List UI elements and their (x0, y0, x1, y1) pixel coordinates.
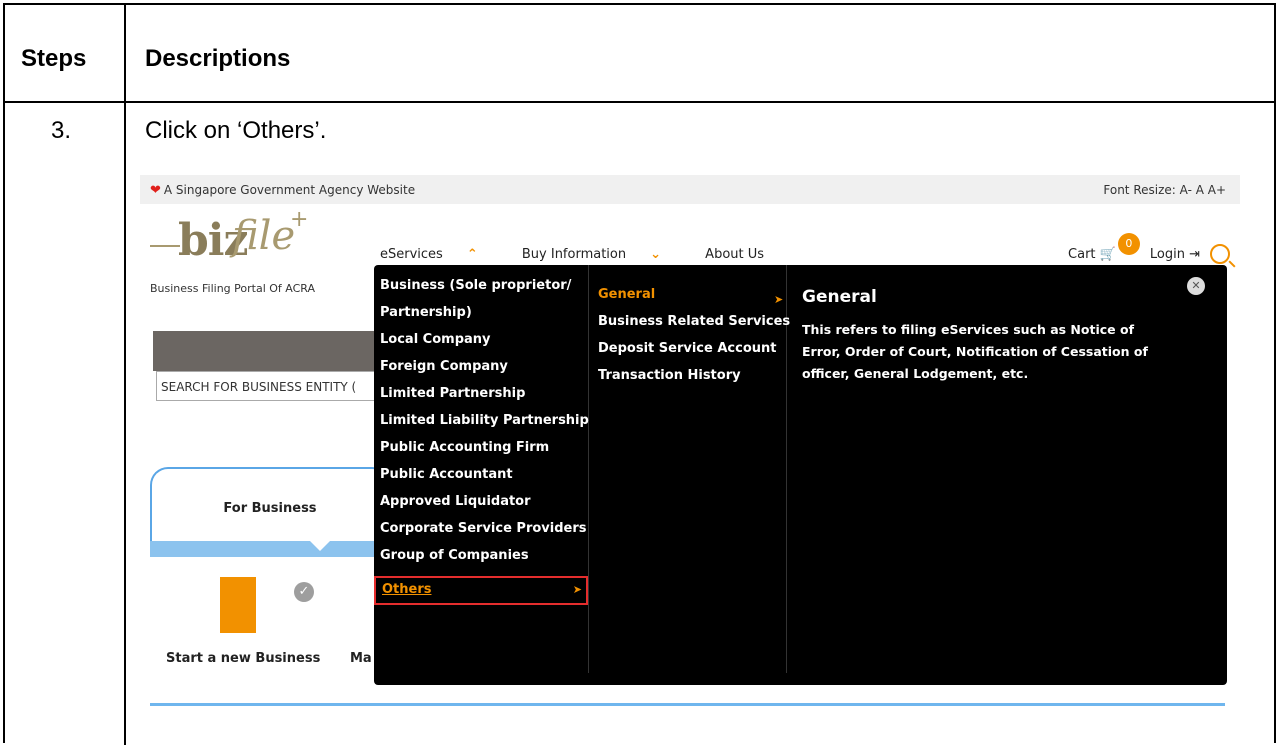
login-icon: ⇥ (1189, 246, 1200, 262)
cart-link[interactable]: Cart 🛒 (1068, 247, 1116, 262)
cart-count-badge: 0 (1117, 233, 1140, 255)
step-number: 3. (51, 117, 72, 144)
menu-item-local-company[interactable]: Local Company (380, 326, 491, 353)
portal-tagline: Business Filing Portal Of ACRA (150, 282, 316, 295)
menu-item-foreign-company[interactable]: Foreign Company (380, 353, 508, 380)
eservices-mega-menu: Business (Sole proprietor/ Partnership) … (374, 265, 1227, 685)
menu-item-public-accountant[interactable]: Public Accountant (380, 461, 513, 488)
menu-item-others[interactable]: Others ➤ (374, 576, 588, 605)
chevron-up-icon: ⌃ (466, 247, 478, 262)
menu-item-business-cont[interactable]: Partnership) (380, 299, 472, 326)
bizfile-screenshot: ❤ A Singapore Government Agency Website F… (140, 175, 1240, 733)
section-divider (150, 703, 1225, 706)
gov-topbar: ❤ A Singapore Government Agency Website F… (140, 175, 1240, 204)
entity-type-column: Business (Sole proprietor/ Partnership) … (374, 265, 589, 673)
cart-icon: 🛒 (1099, 246, 1116, 262)
close-icon[interactable]: ✕ (1187, 277, 1205, 295)
menu-item-general[interactable]: General (598, 287, 655, 302)
search-icon[interactable] (1210, 244, 1230, 264)
entity-search-input[interactable]: SEARCH FOR BUSINESS ENTITY ( (156, 371, 391, 401)
header-steps: Steps (21, 45, 87, 72)
font-resize-controls[interactable]: Font Resize: A- A A+ (1103, 183, 1226, 197)
login-link[interactable]: Login ⇥ (1150, 247, 1200, 262)
others-label: Others (382, 582, 432, 597)
menu-item-public-accounting-firm[interactable]: Public Accounting Firm (380, 434, 549, 461)
building-icon[interactable] (220, 577, 256, 633)
tab-for-business-label: For Business (223, 501, 317, 516)
logo-plus: + (290, 207, 309, 232)
menu-item-limited-partnership[interactable]: Limited Partnership (380, 380, 525, 407)
check-icon: ✓ (294, 582, 314, 602)
main-nav: eServices ⌃ Buy Information ⌄ About Us (380, 247, 784, 262)
tab-pointer (310, 541, 330, 551)
nav-about-us[interactable]: About Us (705, 247, 764, 262)
user-nav: Cart 🛒 0 Login ⇥ (1068, 233, 1230, 265)
nav-buy-information[interactable]: Buy Information ⌄ (522, 247, 681, 262)
bizfile-logo[interactable]: biz file + (150, 207, 308, 271)
gov-banner: ❤ A Singapore Government Agency Website (150, 183, 415, 198)
chevron-down-icon: ⌄ (650, 247, 662, 262)
chevron-right-icon: ➤ (774, 293, 784, 306)
menu-item-business-related-services[interactable]: Business Related Services (598, 314, 790, 329)
cart-label: Cart (1068, 246, 1096, 262)
menu-item-deposit-service-account[interactable]: Deposit Service Account (598, 341, 776, 356)
header-descriptions: Descriptions (145, 45, 291, 72)
tab-underline (150, 541, 390, 557)
gov-banner-text: A Singapore Government Agency Website (163, 183, 416, 197)
detail-title: General (802, 287, 877, 307)
menu-item-approved-liquidator[interactable]: Approved Liquidator (380, 488, 531, 515)
menu-item-llp[interactable]: Limited Liability Partnership (380, 407, 589, 434)
service-category-column: General ➤ Business Related Services Depo… (588, 265, 790, 673)
logo-file: file (232, 213, 296, 259)
start-new-business-link[interactable]: Start a new Business (166, 651, 320, 666)
logo-dash (150, 245, 180, 247)
menu-item-group-of-companies[interactable]: Group of Companies (380, 542, 529, 569)
menu-item-corporate-service-providers[interactable]: Corporate Service Providers (380, 515, 587, 542)
nav-buy-information-label: Buy Information (521, 247, 627, 262)
detail-description: This refers to filing eServices such as … (802, 322, 1148, 381)
chevron-right-icon: ➤ (572, 583, 582, 596)
lion-head-icon: ❤ (150, 183, 161, 198)
column-divider (124, 5, 126, 745)
row-divider (5, 101, 1274, 103)
login-label: Login (1149, 246, 1185, 262)
nav-eservices[interactable]: eServices ⌃ (380, 247, 498, 262)
nav-eservices-label: eServices (380, 247, 443, 262)
menu-item-transaction-history[interactable]: Transaction History (598, 368, 741, 383)
menu-item-business[interactable]: Business (Sole proprietor/ (380, 272, 571, 299)
manage-business-link[interactable]: Ma (350, 651, 372, 666)
step-description: Click on ‘Others’. (145, 117, 327, 144)
